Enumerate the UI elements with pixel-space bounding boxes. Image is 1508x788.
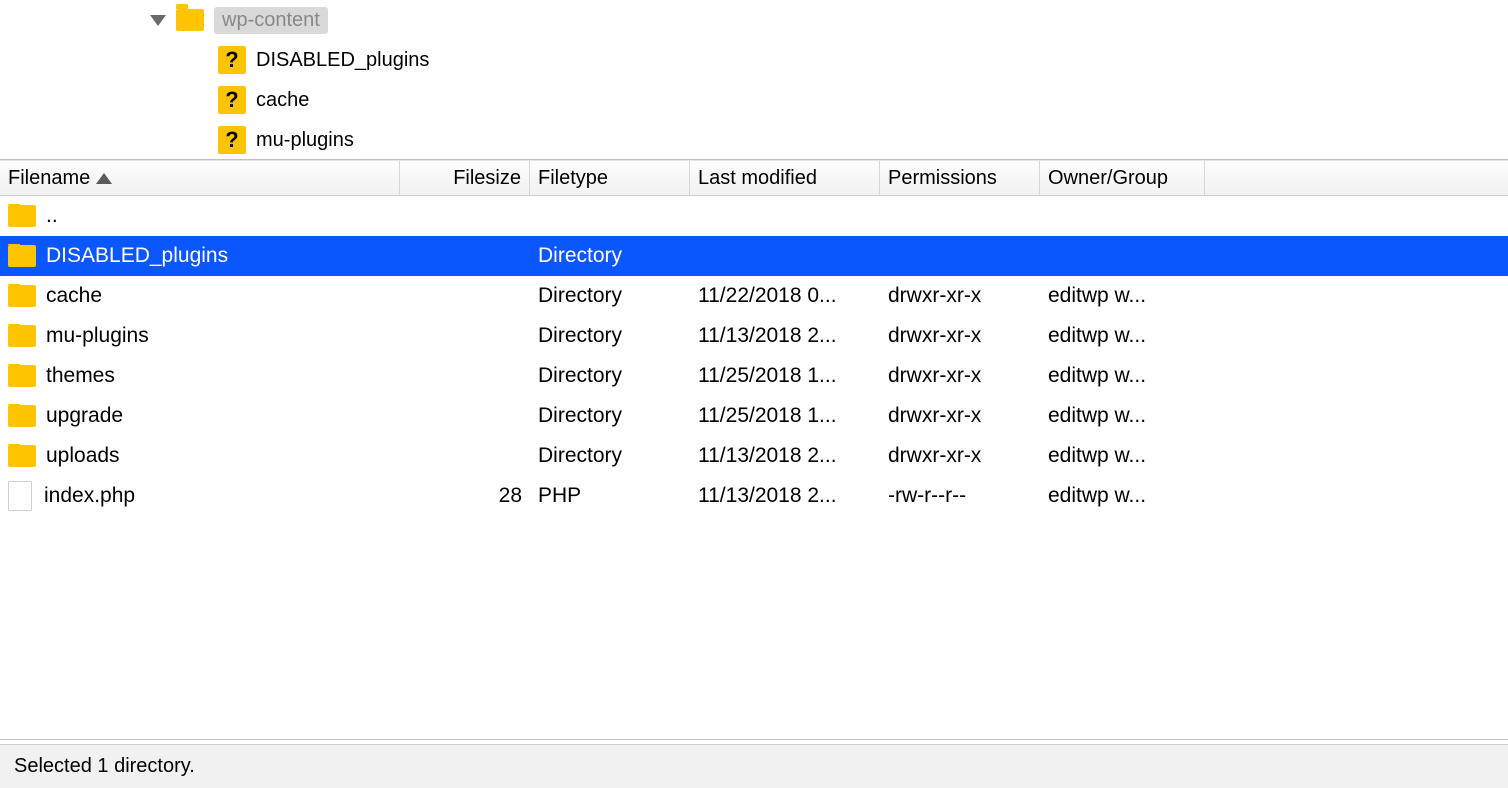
column-header-filename[interactable]: Filename bbox=[0, 161, 400, 195]
cell-filetype: Directory bbox=[530, 324, 690, 348]
cell-lastmodified: 11/25/2018 1... bbox=[690, 404, 880, 428]
folder-icon bbox=[8, 205, 36, 227]
cell-filename: upgrade bbox=[0, 404, 400, 428]
cell-filename: .. bbox=[0, 204, 400, 228]
filename-label: index.php bbox=[44, 484, 135, 508]
sort-ascending-icon bbox=[96, 173, 112, 184]
cell-permissions: -rw-r--r-- bbox=[880, 484, 1040, 508]
cell-owner: editwp w... bbox=[1040, 444, 1205, 468]
cell-owner: editwp w... bbox=[1040, 484, 1205, 508]
filename-label: themes bbox=[46, 364, 115, 388]
cell-lastmodified: 11/25/2018 1... bbox=[690, 364, 880, 388]
column-header-label: Filetype bbox=[538, 167, 608, 190]
file-row[interactable]: .. bbox=[0, 196, 1508, 236]
filename-label: uploads bbox=[46, 444, 120, 468]
column-header-permissions[interactable]: Permissions bbox=[880, 161, 1040, 195]
tree-label: DISABLED_plugins bbox=[256, 49, 429, 72]
cell-filename: mu-plugins bbox=[0, 324, 400, 348]
cell-filetype: Directory bbox=[530, 404, 690, 428]
folder-icon bbox=[8, 405, 36, 427]
cell-filename: themes bbox=[0, 364, 400, 388]
column-header-label: Permissions bbox=[888, 167, 997, 190]
column-header-lastmodified[interactable]: Last modified bbox=[690, 161, 880, 195]
cell-owner: editwp w... bbox=[1040, 404, 1205, 428]
cell-permissions: drwxr-xr-x bbox=[880, 284, 1040, 308]
tree-item-mu-plugins[interactable]: ? mu-plugins bbox=[0, 120, 1508, 160]
file-row[interactable]: upgrade Directory11/25/2018 1...drwxr-xr-… bbox=[0, 396, 1508, 436]
filename-label: DISABLED_plugins bbox=[46, 244, 228, 268]
file-row[interactable]: DISABLED_plugins Directory bbox=[0, 236, 1508, 276]
cell-filetype: Directory bbox=[530, 444, 690, 468]
cell-filetype: Directory bbox=[530, 284, 690, 308]
cell-permissions: drwxr-xr-x bbox=[880, 444, 1040, 468]
cell-filetype: Directory bbox=[530, 364, 690, 388]
cell-lastmodified: 11/13/2018 2... bbox=[690, 484, 880, 508]
cell-filename: cache bbox=[0, 284, 400, 308]
folder-icon bbox=[8, 445, 36, 467]
file-row[interactable]: uploads Directory11/13/2018 2...drwxr-xr-… bbox=[0, 436, 1508, 476]
cell-lastmodified: 11/13/2018 2... bbox=[690, 324, 880, 348]
column-header-owner[interactable]: Owner/Group bbox=[1040, 161, 1205, 195]
tree-label: mu-plugins bbox=[256, 129, 354, 152]
cell-permissions: drwxr-xr-x bbox=[880, 324, 1040, 348]
cell-filename: DISABLED_plugins bbox=[0, 244, 400, 268]
column-header-label: Last modified bbox=[698, 167, 817, 190]
cell-owner: editwp w... bbox=[1040, 284, 1205, 308]
filename-label: cache bbox=[46, 284, 102, 308]
file-row[interactable]: index.php 28PHP11/13/2018 2...-rw-r--r--e… bbox=[0, 476, 1508, 516]
cell-owner: editwp w... bbox=[1040, 364, 1205, 388]
cell-lastmodified: 11/13/2018 2... bbox=[690, 444, 880, 468]
file-list-pane: Filename Filesize Filetype Last modified… bbox=[0, 160, 1508, 740]
folder-icon bbox=[8, 285, 36, 307]
cell-filesize: 28 bbox=[400, 484, 530, 508]
directory-tree-pane: wp-content ? DISABLED_plugins ? cache ? … bbox=[0, 0, 1508, 160]
cell-lastmodified: 11/22/2018 0... bbox=[690, 284, 880, 308]
unknown-folder-icon: ? bbox=[218, 86, 246, 114]
column-header-filesize[interactable]: Filesize bbox=[400, 161, 530, 195]
unknown-folder-icon: ? bbox=[218, 126, 246, 154]
tree-label: wp-content bbox=[214, 7, 328, 34]
disclosure-triangle-icon[interactable] bbox=[150, 15, 166, 26]
filename-label: mu-plugins bbox=[46, 324, 149, 348]
cell-filetype: Directory bbox=[530, 244, 690, 268]
file-icon bbox=[8, 481, 32, 511]
folder-icon bbox=[176, 9, 204, 31]
tree-item-cache[interactable]: ? cache bbox=[0, 80, 1508, 120]
folder-icon bbox=[8, 245, 36, 267]
column-header-filetype[interactable]: Filetype bbox=[530, 161, 690, 195]
folder-icon bbox=[8, 365, 36, 387]
cell-permissions: drwxr-xr-x bbox=[880, 404, 1040, 428]
cell-filename: index.php bbox=[0, 481, 400, 511]
status-text: Selected 1 directory. bbox=[14, 755, 195, 778]
file-rows: .. DISABLED_plugins Directory cache Director… bbox=[0, 196, 1508, 516]
file-row[interactable]: cache Directory11/22/2018 0...drwxr-xr-xe… bbox=[0, 276, 1508, 316]
column-header-label: Filename bbox=[8, 167, 90, 190]
file-row[interactable]: mu-plugins Directory11/13/2018 2...drwxr-… bbox=[0, 316, 1508, 356]
unknown-folder-icon: ? bbox=[218, 46, 246, 74]
folder-icon bbox=[8, 325, 36, 347]
file-row[interactable]: themes Directory11/25/2018 1...drwxr-xr-x… bbox=[0, 356, 1508, 396]
column-header-label: Owner/Group bbox=[1048, 167, 1168, 190]
cell-permissions: drwxr-xr-x bbox=[880, 364, 1040, 388]
cell-filetype: PHP bbox=[530, 484, 690, 508]
column-header-label: Filesize bbox=[453, 167, 521, 190]
tree-item-wp-content[interactable]: wp-content bbox=[0, 0, 1508, 40]
cell-owner: editwp w... bbox=[1040, 324, 1205, 348]
cell-filename: uploads bbox=[0, 444, 400, 468]
filename-label: upgrade bbox=[46, 404, 123, 428]
status-bar: Selected 1 directory. bbox=[0, 744, 1508, 788]
tree-item-disabled-plugins[interactable]: ? DISABLED_plugins bbox=[0, 40, 1508, 80]
tree-label: cache bbox=[256, 89, 309, 112]
filename-label: .. bbox=[46, 204, 58, 228]
column-headers: Filename Filesize Filetype Last modified… bbox=[0, 160, 1508, 196]
